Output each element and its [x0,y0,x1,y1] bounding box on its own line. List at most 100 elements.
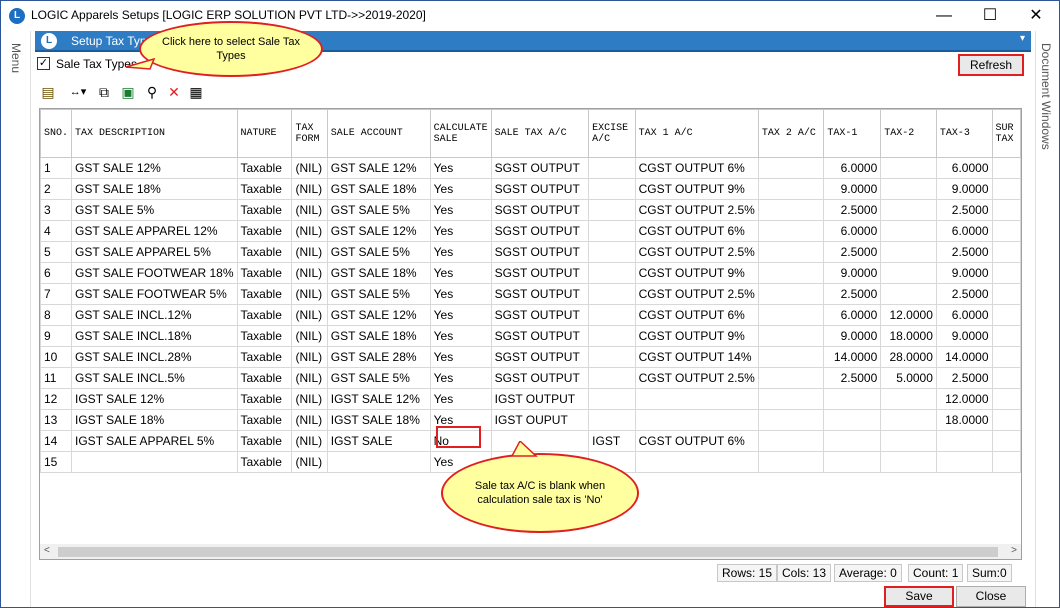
column-header[interactable]: CALCULATE SALE [429,109,492,158]
table-cell[interactable] [823,409,882,431]
table-cell[interactable] [757,388,825,410]
table-cell[interactable] [588,304,636,326]
table-cell[interactable]: IGST SALE [326,430,431,452]
table-cell[interactable] [880,451,937,473]
table-cell[interactable]: IGST SALE APPAREL 5% [71,430,238,452]
table-cell[interactable]: Yes [429,220,492,242]
table-cell[interactable] [757,220,825,242]
table-cell[interactable]: 2.5000 [935,241,993,263]
table-cell[interactable] [991,388,1021,410]
table-cell[interactable] [71,451,238,473]
table-cell[interactable]: 6.0000 [823,157,882,179]
table-cell[interactable]: 9.0000 [823,178,882,200]
table-cell[interactable]: 1 [40,157,73,179]
table-cell[interactable]: 28.0000 [880,346,937,368]
table-cell[interactable] [588,241,636,263]
table-cell[interactable]: IGST OUTPUT [490,388,590,410]
table-cell[interactable] [935,451,993,473]
table-cell[interactable]: 3 [40,199,73,221]
column-header[interactable]: SALE TAX A/C [490,109,590,158]
table-cell[interactable]: 5.0000 [880,367,937,389]
copy-icon[interactable]: ⧉ [95,83,113,101]
table-cell[interactable]: CGST OUTPUT 14% [634,346,759,368]
table-cell[interactable]: Yes [429,283,492,305]
table-cell[interactable]: GST SALE 18% [71,178,238,200]
table-cell[interactable]: 4 [40,220,73,242]
table-cell[interactable]: 2.5000 [823,199,882,221]
table-row[interactable]: 6 GST SALE FOOTWEAR 18% Taxable (NIL) GST SA… [40,262,1021,284]
table-cell[interactable] [588,220,636,242]
table-cell[interactable]: (NIL) [291,262,328,284]
table-cell[interactable] [880,409,937,431]
table-cell[interactable]: 12.0000 [935,388,993,410]
table-cell[interactable]: 9.0000 [823,262,882,284]
table-cell[interactable] [880,430,937,452]
column-header[interactable]: TAX DESCRIPTION [71,109,238,158]
table-cell[interactable]: Taxable [236,157,293,179]
grid-icon[interactable]: ▦ [187,83,205,101]
scroll-right-icon[interactable]: > [1011,545,1017,556]
table-cell[interactable]: 6.0000 [823,220,882,242]
table-cell[interactable]: 15 [40,451,73,473]
table-cell[interactable]: Yes [429,304,492,326]
table-cell[interactable] [588,262,636,284]
table-cell[interactable]: GST SALE 5% [326,241,431,263]
delete-icon[interactable]: ✕ [165,83,183,101]
table-cell[interactable] [991,409,1021,431]
table-cell[interactable]: Yes [429,262,492,284]
table-row[interactable]: 13 IGST SALE 18% Taxable (NIL) IGST SALE 18%… [40,409,1021,431]
table-cell[interactable]: GST SALE 12% [326,157,431,179]
table-cell[interactable]: Taxable [236,346,293,368]
column-header[interactable]: TAX 1 A/C [634,109,759,158]
table-row[interactable]: 10 GST SALE INCL.28% Taxable (NIL) GST SALE … [40,346,1021,368]
table-cell[interactable]: GST SALE APPAREL 12% [71,220,238,242]
table-cell[interactable] [634,451,759,473]
table-cell[interactable]: Yes [429,178,492,200]
table-cell[interactable]: GST SALE INCL.18% [71,325,238,347]
table-row[interactable]: 2 GST SALE 18% Taxable (NIL) GST SALE 18% Yes… [40,178,1021,200]
table-cell[interactable]: GST SALE 18% [326,178,431,200]
table-cell[interactable] [757,346,825,368]
table-cell[interactable]: CGST OUTPUT 2.5% [634,199,759,221]
table-cell[interactable] [880,262,937,284]
table-cell[interactable] [757,304,825,326]
table-row[interactable]: 1 GST SALE 12% Taxable (NIL) GST SALE 12% Yes… [40,157,1021,179]
table-cell[interactable] [991,262,1021,284]
table-cell[interactable]: CGST OUTPUT 2.5% [634,241,759,263]
close-window-button[interactable]: ✕ [1013,1,1059,31]
table-cell[interactable]: 12 [40,388,73,410]
table-cell[interactable]: CGST OUTPUT 9% [634,178,759,200]
table-cell[interactable]: (NIL) [291,409,328,431]
table-cell[interactable]: (NIL) [291,241,328,263]
column-header[interactable]: TAX-3 [935,109,993,158]
table-row[interactable]: 7 GST SALE FOOTWEAR 5% Taxable (NIL) GST SAL… [40,283,1021,305]
table-cell[interactable]: CGST OUTPUT 2.5% [634,283,759,305]
table-cell[interactable] [326,451,431,473]
table-cell[interactable]: CGST OUTPUT 9% [634,262,759,284]
column-header[interactable]: SNO. [40,109,73,158]
table-cell[interactable] [757,157,825,179]
table-cell[interactable]: Taxable [236,304,293,326]
table-cell[interactable]: GST SALE 12% [326,304,431,326]
table-cell[interactable]: (NIL) [291,283,328,305]
table-cell[interactable]: 9.0000 [935,262,993,284]
menu-strip[interactable] [1,31,31,607]
table-cell[interactable] [634,388,759,410]
table-cell[interactable]: (NIL) [291,388,328,410]
column-header[interactable]: TAX 2 A/C [757,109,825,158]
menu-label[interactable]: Menu [9,43,23,73]
table-cell[interactable]: (NIL) [291,304,328,326]
table-cell[interactable] [757,325,825,347]
table-cell[interactable]: 6.0000 [823,304,882,326]
table-cell[interactable]: 8 [40,304,73,326]
minimize-button[interactable]: — [921,1,967,31]
table-cell[interactable]: 12.0000 [880,304,937,326]
table-cell[interactable]: SGST OUTPUT [490,262,590,284]
table-cell[interactable]: IGST SALE 18% [71,409,238,431]
table-cell[interactable]: 2.5000 [935,283,993,305]
table-cell[interactable] [823,430,882,452]
table-cell[interactable] [757,241,825,263]
table-cell[interactable] [588,157,636,179]
table-cell[interactable]: (NIL) [291,220,328,242]
table-cell[interactable]: Taxable [236,367,293,389]
